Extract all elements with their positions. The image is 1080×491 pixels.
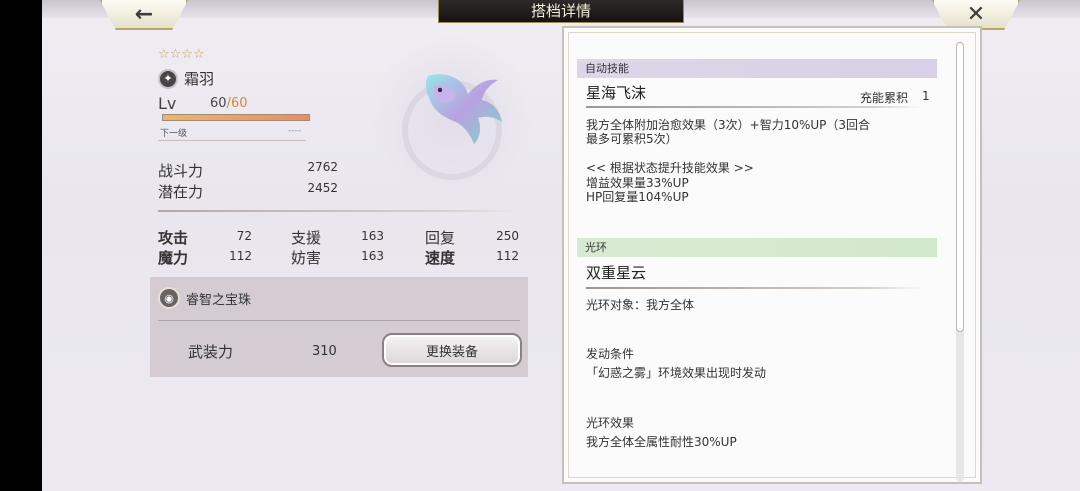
- level-progress-fill: [163, 115, 309, 120]
- stat-value-attack: 72: [236, 229, 252, 243]
- back-button[interactable]: ←: [100, 0, 188, 30]
- next-level-label: 下一级: [160, 129, 188, 139]
- stat-value-magic: 112: [229, 249, 252, 263]
- equipment-header[interactable]: ◉ 睿智之宝珠: [158, 287, 251, 309]
- charge-value: 1: [922, 89, 930, 103]
- stat-label-recovery: 回复: [425, 229, 456, 247]
- aura-header: 光环: [577, 238, 937, 257]
- divider: [158, 320, 520, 321]
- character-portrait: [425, 74, 502, 144]
- divider: [158, 140, 306, 141]
- battle-power-value: 2762: [307, 160, 338, 174]
- stat-label-attack: 攻击: [158, 229, 189, 247]
- armament-value: 310: [312, 344, 337, 359]
- divider: [586, 106, 922, 108]
- skill-boost-title: << 根据状态提升技能效果 >>: [586, 161, 754, 175]
- level-current: 60: [210, 96, 227, 111]
- charge-label: 充能累积: [860, 91, 909, 105]
- stat-label-support: 支援: [291, 229, 322, 247]
- divider: [158, 210, 520, 212]
- aura-condition-text: 「幻惑之雾」环境效果出现时发动: [586, 366, 767, 380]
- character-name: 霜羽: [184, 70, 215, 88]
- level-progress-bar: [162, 114, 310, 121]
- stat-value-hinder: 163: [361, 249, 384, 263]
- equipment-panel: ◉ 睿智之宝珠 武装力 310 更换装备: [150, 277, 528, 377]
- element-icon: ✦: [158, 68, 178, 89]
- divider: [586, 287, 922, 289]
- back-arrow-icon: ←: [134, 1, 154, 27]
- scrollbar-thumb[interactable]: [956, 42, 964, 332]
- level-max: 60: [230, 96, 248, 111]
- level-label: Lv: [158, 94, 177, 113]
- battle-power-label: 战斗力: [158, 162, 204, 180]
- stat-label-hinder: 妨害: [291, 249, 322, 267]
- page-title: 搭档详情: [438, 0, 684, 23]
- potential-power-row: 潜在力 2452: [158, 181, 338, 202]
- stat-value-speed: 112: [496, 249, 519, 263]
- aura-name: 双重星云: [586, 264, 647, 282]
- skill-boost-line2: HP回复量104%UP: [586, 190, 689, 204]
- next-level-value: ----: [288, 126, 301, 136]
- battle-power-row: 战斗力 2762: [158, 160, 338, 181]
- armament-label: 武装力: [188, 343, 234, 361]
- potential-power-label: 潜在力: [158, 183, 204, 201]
- stat-value-recovery: 250: [496, 229, 519, 243]
- gem-icon: ◉: [158, 287, 180, 309]
- close-icon: ✕: [966, 1, 986, 27]
- potential-power-value: 2452: [307, 181, 338, 195]
- name-row: ✦ 霜羽: [158, 68, 214, 89]
- auto-skill-desc-line1: 我方全体附加治愈效果（3次）+智力10%UP（3回合: [586, 118, 871, 132]
- auto-skill-name: 星海飞沫: [586, 84, 647, 102]
- skill-boost-line1: 增益效果量33%UP: [586, 176, 689, 190]
- level-value: 60/60: [210, 96, 247, 111]
- stat-label-speed: 速度: [425, 249, 456, 267]
- stat-label-magic: 魔力: [158, 249, 189, 267]
- auto-skill-desc-line2: 最多可累积5次）: [586, 132, 678, 146]
- stat-value-support: 163: [361, 229, 384, 243]
- detail-screen: ← 搭档详情 ✕ ☆☆☆☆ ✦ 霜羽 Lv 60/60 下一级 ---- 战斗力…: [42, 0, 1080, 491]
- aura-target: 光环对象：我方全体: [586, 298, 695, 312]
- equipment-name: 睿智之宝珠: [186, 292, 252, 308]
- rarity-stars: ☆☆☆☆: [158, 47, 205, 62]
- aura-effect-title: 光环效果: [586, 416, 635, 430]
- auto-skill-header: 自动技能: [577, 59, 937, 78]
- aura-condition-title: 发动条件: [586, 347, 635, 361]
- change-equipment-button[interactable]: 更换装备: [382, 333, 522, 367]
- aura-effect-text: 我方全体全属性耐性30%UP: [586, 435, 737, 449]
